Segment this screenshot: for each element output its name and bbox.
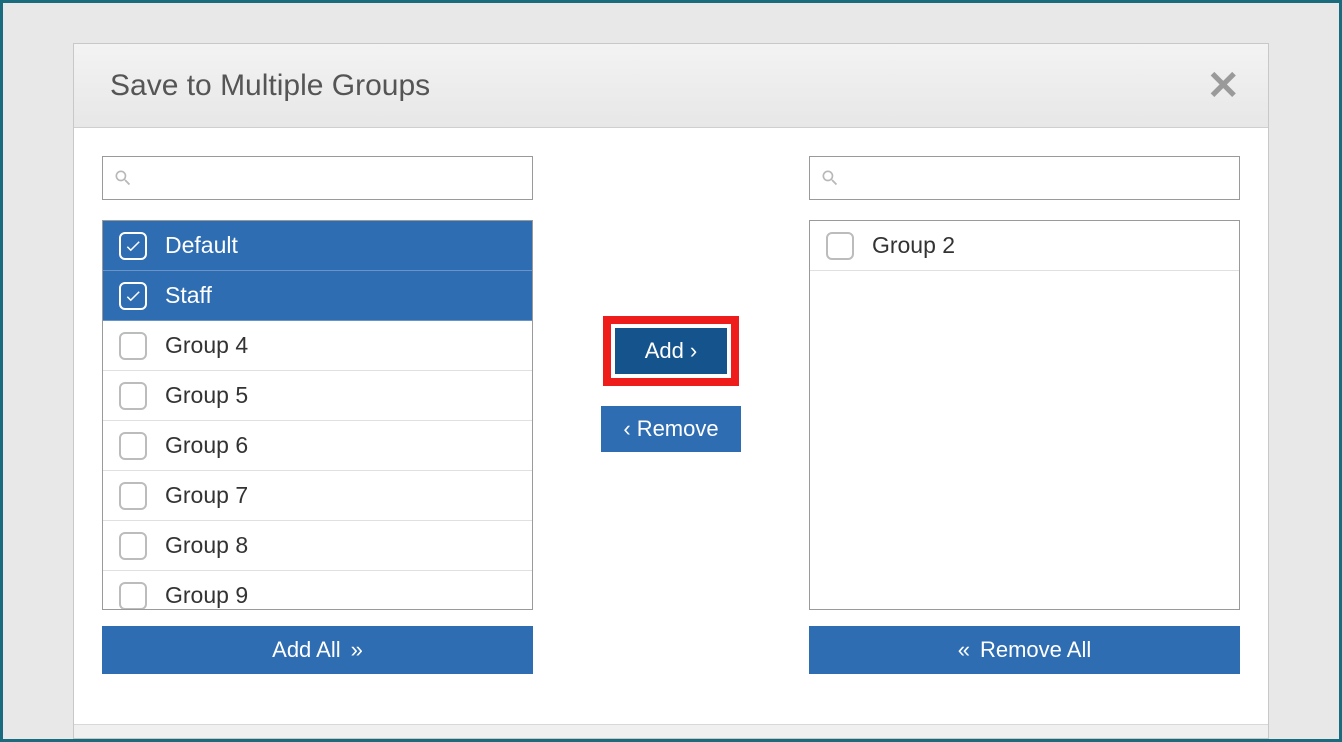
list-item-label: Group 4 (165, 332, 248, 359)
add-button-highlight: Add › (603, 316, 739, 386)
list-item-label: Group 2 (872, 232, 955, 259)
available-list[interactable]: Default Staff Group 4 Group 5 Group 6 Group 7… (102, 220, 533, 610)
list-item[interactable]: Group 8 (103, 521, 532, 571)
transfer-controls: Add › ‹ Remove (573, 156, 769, 714)
checkbox-icon[interactable] (119, 232, 147, 260)
add-label: Add (645, 338, 684, 364)
dialog-footer (74, 724, 1268, 738)
list-item[interactable]: Group 5 (103, 371, 532, 421)
remove-label: Remove (637, 416, 719, 442)
selected-search[interactable] (809, 156, 1240, 200)
checkbox-icon[interactable] (119, 482, 147, 510)
add-all-button[interactable]: Add All » (102, 626, 533, 674)
list-item[interactable]: Group 9 (103, 571, 532, 610)
list-item[interactable]: Group 2 (810, 221, 1239, 271)
list-item[interactable]: Default (103, 221, 532, 271)
chevron-left-icon: ‹ (623, 416, 630, 442)
dialog-body: Default Staff Group 4 Group 5 Group 6 Group 7… (74, 128, 1268, 724)
list-item-label: Group 6 (165, 432, 248, 459)
list-item[interactable]: Group 7 (103, 471, 532, 521)
checkbox-icon[interactable] (119, 432, 147, 460)
list-item[interactable]: Group 6 (103, 421, 532, 471)
available-column: Default Staff Group 4 Group 5 Group 6 Group 7… (102, 156, 533, 714)
available-search-input[interactable] (141, 166, 522, 191)
dialog-panel: Save to Multiple Groups ✕ Default Staff Gr… (73, 43, 1269, 739)
selected-search-input[interactable] (848, 166, 1229, 191)
list-item-label: Group 5 (165, 382, 248, 409)
add-button[interactable]: Add › (615, 328, 727, 374)
dialog-title: Save to Multiple Groups (110, 69, 430, 103)
checkbox-icon[interactable] (119, 332, 147, 360)
checkbox-icon[interactable] (826, 232, 854, 260)
selected-list[interactable]: Group 2 (809, 220, 1240, 610)
remove-all-button[interactable]: « Remove All (809, 626, 1240, 674)
available-search[interactable] (102, 156, 533, 200)
dialog-header: Save to Multiple Groups ✕ (74, 44, 1268, 128)
remove-all-label: Remove All (980, 637, 1091, 663)
remove-button[interactable]: ‹ Remove (601, 406, 740, 452)
double-chevron-right-icon: » (351, 637, 363, 663)
checkbox-icon[interactable] (119, 532, 147, 560)
search-icon (113, 168, 133, 188)
app-frame: Save to Multiple Groups ✕ Default Staff Gr… (0, 0, 1342, 742)
list-item[interactable]: Group 4 (103, 321, 532, 371)
close-icon[interactable]: ✕ (1206, 66, 1240, 106)
chevron-right-icon: › (690, 338, 697, 364)
search-icon (820, 168, 840, 188)
checkbox-icon[interactable] (119, 582, 147, 610)
selected-column: Group 2 « Remove All (809, 156, 1240, 714)
list-item-label: Staff (165, 282, 212, 309)
add-all-label: Add All (272, 637, 341, 663)
list-item-label: Group 9 (165, 582, 248, 609)
list-item[interactable]: Staff (103, 271, 532, 321)
checkbox-icon[interactable] (119, 282, 147, 310)
list-item-label: Group 8 (165, 532, 248, 559)
checkbox-icon[interactable] (119, 382, 147, 410)
double-chevron-left-icon: « (958, 637, 970, 663)
list-item-label: Default (165, 232, 238, 259)
list-item-label: Group 7 (165, 482, 248, 509)
